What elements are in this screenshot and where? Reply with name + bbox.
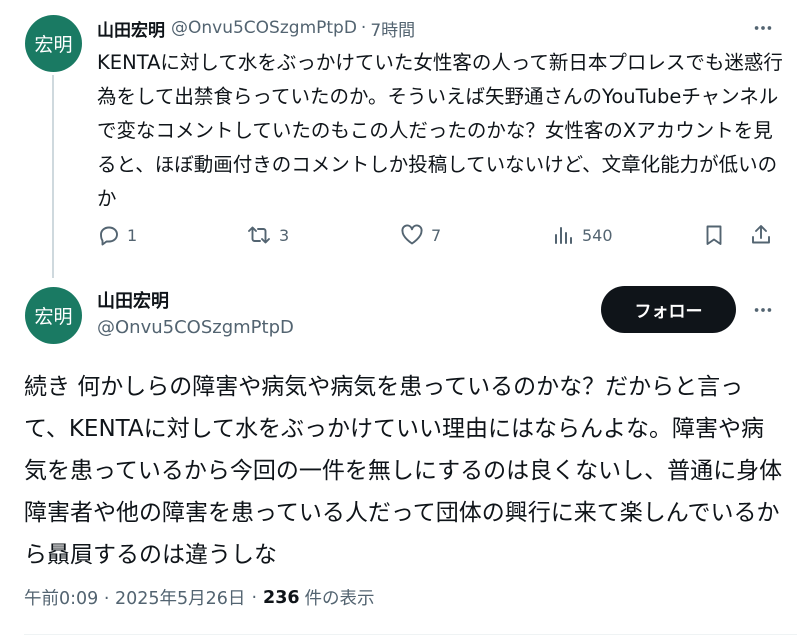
follow-button[interactable]: フォロー <box>601 286 736 333</box>
parent-avatar[interactable]: 宏明 <box>25 15 82 72</box>
meta-separator: · <box>251 587 258 608</box>
tweet-meta: 午前0:09 · 2025年5月26日 · 236 件の表示 <box>24 585 375 610</box>
reply-count: 1 <box>127 225 138 245</box>
bookmark-icon <box>706 225 722 245</box>
avatar-text: 宏明 <box>34 34 73 56</box>
parent-tweet-header: 山田宏明 @Onvu5COSzgmPtpD · 7時間 <box>97 14 415 42</box>
views-button[interactable]: 540 <box>552 218 613 252</box>
retweet-button[interactable]: 3 <box>245 218 289 252</box>
views-count: 540 <box>582 225 613 245</box>
parent-handle[interactable]: @Onvu5COSzgmPtpD <box>171 18 357 38</box>
views-icon <box>555 227 572 244</box>
thread-line <box>52 75 54 278</box>
main-views-count: 236 <box>263 587 300 608</box>
like-icon <box>401 224 423 245</box>
parent-tweet-text: KENTAに対して水をぶっかけていた女性客の人って新日本プロレスでも迷惑行為をし… <box>97 51 783 210</box>
avatar-text: 宏明 <box>34 306 73 328</box>
retweet-count: 3 <box>279 225 290 245</box>
reply-button[interactable]: 1 <box>97 218 137 252</box>
share-icon <box>752 225 770 244</box>
share-button[interactable] <box>749 218 773 252</box>
header-separator: · <box>360 18 367 38</box>
parent-more-button[interactable] <box>747 14 779 42</box>
retweet-icon <box>248 226 270 244</box>
like-count: 7 <box>431 225 442 245</box>
parent-display-name[interactable]: 山田宏明 <box>97 16 165 41</box>
reply-icon <box>100 226 118 246</box>
main-tweet-text: 続き 何かしらの障害や病気や病気を患っているのかな？だからと言って、KENTAに… <box>24 374 783 568</box>
main-handle[interactable]: @Onvu5COSzgmPtpD <box>97 317 294 338</box>
like-button[interactable]: 7 <box>399 218 441 252</box>
more-icon <box>754 26 772 30</box>
more-icon <box>754 308 772 312</box>
main-avatar[interactable]: 宏明 <box>25 287 82 344</box>
main-more-button[interactable] <box>747 296 779 324</box>
bookmark-button[interactable] <box>703 218 725 252</box>
parent-action-bar: 1 3 7 540 <box>97 218 777 252</box>
views-label: 件の表示 <box>304 589 375 609</box>
timestamp[interactable]: 午前0:09 · 2025年5月26日 <box>24 585 245 610</box>
divider <box>24 634 797 635</box>
parent-time[interactable]: 7時間 <box>370 16 415 41</box>
main-display-name[interactable]: 山田宏明 <box>97 287 169 313</box>
